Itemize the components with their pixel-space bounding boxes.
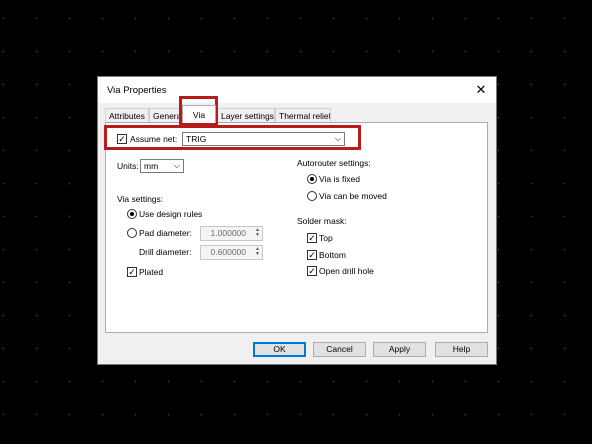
assume-net-select[interactable]: TRIG ⌵ xyxy=(182,132,345,146)
tab-attributes[interactable]: Attributes xyxy=(105,108,149,122)
close-icon[interactable]: ✕ xyxy=(466,77,496,103)
via-is-fixed-label: Via is fixed xyxy=(319,174,360,184)
solder-bottom-checkbox[interactable]: ✓ xyxy=(307,250,317,260)
dialog-title: Via Properties xyxy=(107,85,167,96)
pad-diameter-stepper[interactable]: 1.000000 ▲ ▼ xyxy=(200,226,263,241)
units-label: Units: xyxy=(117,161,139,171)
use-design-rules-radio[interactable] xyxy=(127,209,137,219)
apply-button[interactable]: Apply xyxy=(373,342,426,357)
pad-diameter-radio[interactable] xyxy=(127,228,137,238)
use-design-rules-label: Use design rules xyxy=(139,209,203,219)
assume-net-checkbox[interactable]: ✓ xyxy=(117,134,127,144)
spinner-arrows-icon[interactable]: ▲ ▼ xyxy=(255,228,260,238)
help-button[interactable]: Help xyxy=(435,342,488,357)
chevron-down-icon: ⌵ xyxy=(173,161,180,170)
solder-bottom-label: Bottom xyxy=(319,250,346,260)
solder-mask-label: Solder mask: xyxy=(297,216,347,226)
tab-layer-settings[interactable]: Layer settings xyxy=(217,108,275,122)
autorouter-settings-label: Autorouter settings: xyxy=(297,158,371,168)
via-properties-dialog: Via Properties ✕ Attributes Genera Via L… xyxy=(97,76,497,365)
pad-diameter-value: 1.000000 xyxy=(210,228,246,238)
via-tab-panel: ✓ Assume net: TRIG ⌵ Units: mm ⌵ Via set… xyxy=(105,122,488,333)
plated-checkbox[interactable]: ✓ xyxy=(127,267,137,277)
open-drill-hole-label: Open drill hole xyxy=(319,266,374,276)
drill-diameter-label: Drill diameter: xyxy=(139,247,192,257)
tab-thermal-relief[interactable]: Thermal relief xyxy=(275,108,331,122)
via-can-be-moved-radio[interactable] xyxy=(307,191,317,201)
spinner-arrows-icon[interactable]: ▲ ▼ xyxy=(255,247,260,257)
chevron-down-icon: ⌵ xyxy=(334,134,341,143)
ok-button[interactable]: OK xyxy=(253,342,306,357)
via-settings-label: Via settings: xyxy=(117,194,164,204)
units-value: mm xyxy=(144,161,159,171)
plated-label: Plated xyxy=(139,267,164,277)
cancel-button[interactable]: Cancel xyxy=(313,342,366,357)
tab-via[interactable]: Via xyxy=(182,105,216,123)
tab-general[interactable]: Genera xyxy=(149,108,180,122)
solder-top-checkbox[interactable]: ✓ xyxy=(307,233,317,243)
drill-diameter-stepper[interactable]: 0.600000 ▲ ▼ xyxy=(200,245,263,260)
units-select[interactable]: mm ⌵ xyxy=(140,159,184,173)
assume-net-label: Assume net: xyxy=(130,134,178,144)
pad-diameter-label: Pad diameter: xyxy=(139,228,192,238)
title-bar[interactable]: Via Properties ✕ xyxy=(98,77,496,103)
open-drill-hole-checkbox[interactable]: ✓ xyxy=(307,266,317,276)
solder-top-label: Top xyxy=(319,233,333,243)
via-is-fixed-radio[interactable] xyxy=(307,174,317,184)
assume-net-value: TRIG xyxy=(186,134,207,144)
via-can-be-moved-label: Via can be moved xyxy=(319,191,387,201)
drill-diameter-value: 0.600000 xyxy=(210,247,246,257)
